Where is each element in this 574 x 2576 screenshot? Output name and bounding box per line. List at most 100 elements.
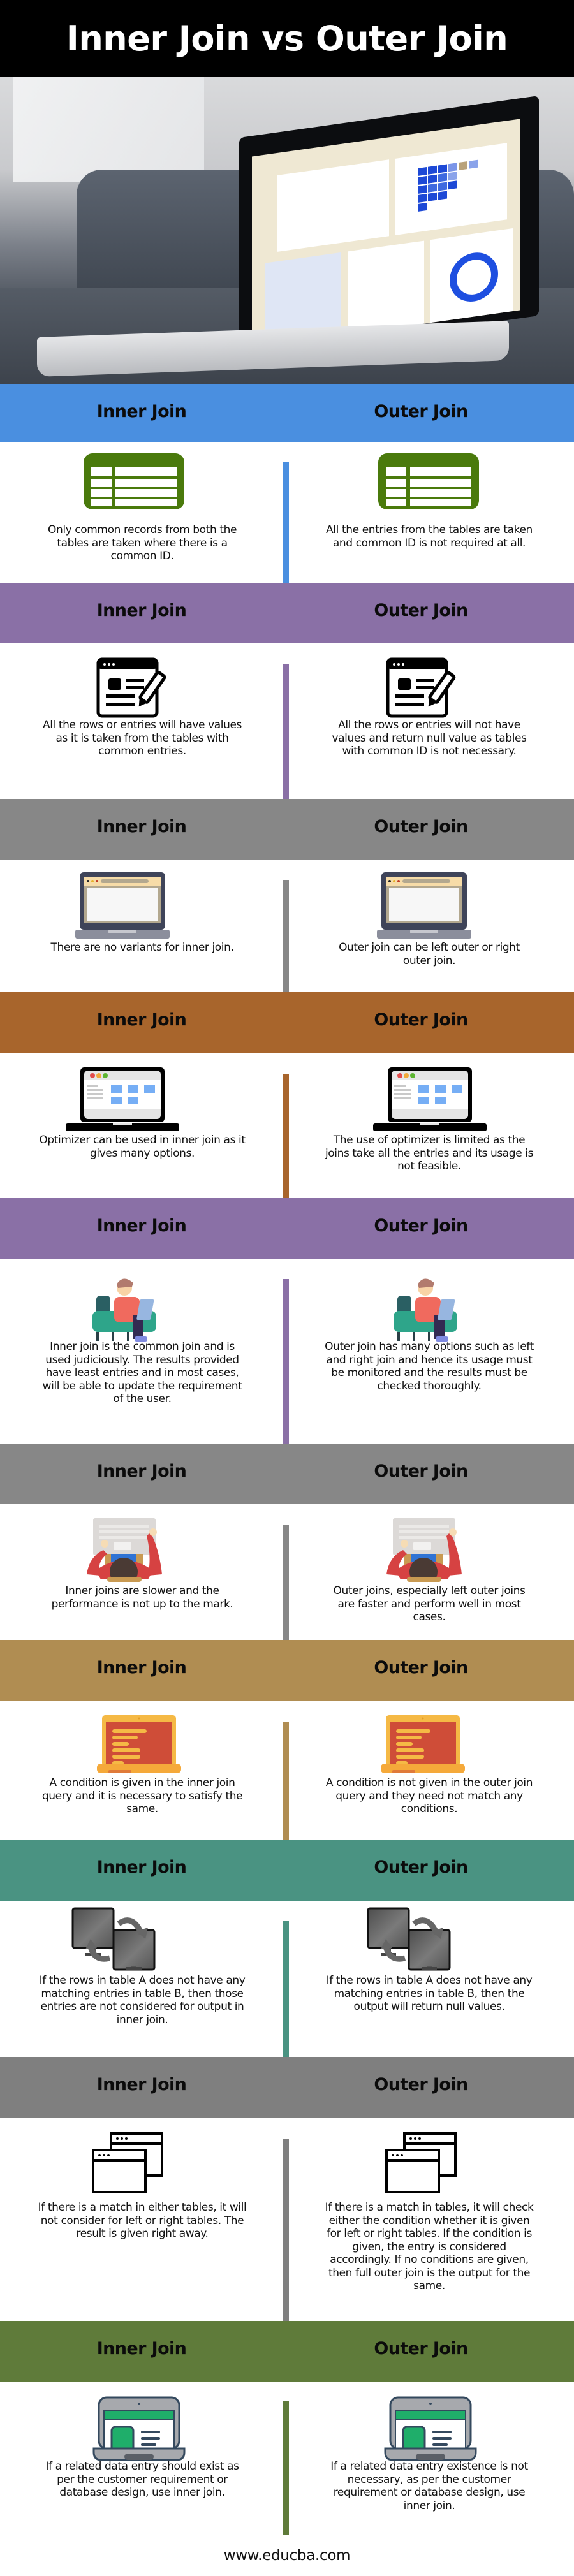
person-on-laptop-icon bbox=[394, 1273, 464, 1346]
inner-join-heading: Inner Join bbox=[96, 1216, 187, 1236]
inner-join-description: If the rows in table A does not have any… bbox=[39, 1974, 246, 2026]
section-header: Inner Join Outer Join bbox=[0, 583, 574, 643]
outer-join-description: Outer join has many options such as left… bbox=[325, 1340, 534, 1393]
monitors-sync-icon bbox=[367, 1907, 453, 1974]
column-divider bbox=[283, 1525, 289, 1640]
inner-join-heading: Inner Join bbox=[96, 1010, 187, 1030]
inner-join-heading: Inner Join bbox=[96, 601, 187, 620]
laptop-profile-icon bbox=[384, 2396, 477, 2464]
inner-join-description: All the rows or entries will have values… bbox=[43, 719, 242, 757]
comparison-section: Inner Join Outer Join Inner join is the … bbox=[0, 1198, 574, 1444]
comparison-section: Inner Join Outer Join Optimizer can be u… bbox=[0, 992, 574, 1198]
outer-join-heading: Outer Join bbox=[374, 1658, 468, 1678]
comparison-section: Inner Join Outer Join If the rows in tab… bbox=[0, 1840, 574, 2057]
section-header: Inner Join Outer Join bbox=[0, 2057, 574, 2118]
section-body: There are no variants for inner join. Ou… bbox=[0, 860, 574, 992]
inner-join-description: Inner joins are slower and the performan… bbox=[51, 1584, 233, 1611]
outer-join-heading: Outer Join bbox=[374, 1216, 468, 1236]
laptop-profile-icon bbox=[92, 2396, 186, 2464]
person-on-laptop-icon bbox=[92, 1273, 163, 1346]
laptop-dashboard-icon bbox=[373, 1067, 487, 1134]
person-typing-topdown-icon bbox=[386, 1518, 462, 1586]
laptop-dashboard-icon bbox=[66, 1067, 179, 1134]
spreadsheet-table-icon bbox=[84, 453, 184, 513]
title-bar: Inner Join vs Outer Join bbox=[0, 0, 574, 77]
outer-join-description: If the rows in table A does not have any… bbox=[326, 1974, 533, 2013]
hero-image bbox=[0, 77, 574, 384]
comparison-section: Inner Join Outer Join If there is a matc… bbox=[0, 2057, 574, 2321]
section-body: If there is a match in either tables, it… bbox=[0, 2118, 574, 2321]
column-divider bbox=[283, 880, 289, 992]
outer-join-heading: Outer Join bbox=[374, 402, 468, 421]
laptop-code-icon bbox=[97, 1715, 181, 1777]
section-body: Inner join is the common join and is use… bbox=[0, 1259, 574, 1444]
inner-join-description: A condition is given in the inner join q… bbox=[41, 1776, 243, 1815]
outer-join-description: Outer join can be left outer or right ou… bbox=[339, 941, 520, 967]
section-body: Only common records from both the tables… bbox=[0, 442, 574, 583]
comparison-section: Inner Join Outer Join Only common record… bbox=[0, 384, 574, 583]
background-window bbox=[13, 77, 204, 182]
section-header: Inner Join Outer Join bbox=[0, 992, 574, 1053]
laptop-dashboard-display bbox=[252, 119, 520, 348]
inner-join-description: There are no variants for inner join. bbox=[50, 941, 234, 954]
outer-join-heading: Outer Join bbox=[374, 2075, 468, 2095]
inner-join-heading: Inner Join bbox=[96, 817, 187, 837]
inner-join-heading: Inner Join bbox=[96, 1857, 187, 1877]
comparison-section: Inner Join Outer Join A condition is giv… bbox=[0, 1640, 574, 1840]
section-header: Inner Join Outer Join bbox=[0, 2321, 574, 2382]
person-typing-topdown-icon bbox=[87, 1518, 162, 1586]
column-divider bbox=[283, 664, 289, 799]
inner-join-description: Optimizer can be used in inner join as i… bbox=[39, 1134, 246, 1160]
outer-join-description: All the entries from the tables are take… bbox=[326, 523, 533, 550]
outer-join-heading: Outer Join bbox=[374, 1857, 468, 1877]
inner-join-heading: Inner Join bbox=[96, 1658, 187, 1678]
section-header: Inner Join Outer Join bbox=[0, 799, 574, 860]
stacked-windows-icon bbox=[384, 2132, 458, 2197]
inner-join-heading: Inner Join bbox=[96, 402, 187, 421]
outer-join-description: If a related data entry existence is not… bbox=[330, 2460, 528, 2512]
outer-join-heading: Outer Join bbox=[374, 1461, 468, 1481]
column-divider bbox=[283, 1074, 289, 1198]
comparison-section: Inner Join Outer Join If a related data … bbox=[0, 2321, 574, 2535]
spreadsheet-table-icon bbox=[378, 453, 479, 513]
inner-join-heading: Inner Join bbox=[96, 2339, 187, 2359]
outer-join-description: If there is a match in tables, it will c… bbox=[325, 2201, 534, 2292]
document-edit-icon bbox=[96, 657, 172, 721]
section-header: Inner Join Outer Join bbox=[0, 1198, 574, 1259]
laptop-code-icon bbox=[381, 1715, 465, 1777]
inner-join-description: If there is a match in either tables, it… bbox=[38, 2201, 247, 2240]
section-header: Inner Join Outer Join bbox=[0, 384, 574, 442]
outer-join-heading: Outer Join bbox=[374, 2339, 468, 2359]
monitors-sync-icon bbox=[71, 1907, 158, 1974]
page-title: Inner Join vs Outer Join bbox=[66, 18, 508, 59]
outer-join-description: A condition is not given in the outer jo… bbox=[325, 1776, 533, 1815]
section-header: Inner Join Outer Join bbox=[0, 1444, 574, 1504]
section-body: A condition is given in the inner join q… bbox=[0, 1701, 574, 1840]
outer-join-description: The use of optimizer is limited as the j… bbox=[325, 1134, 534, 1173]
column-divider bbox=[283, 462, 289, 583]
outer-join-heading: Outer Join bbox=[374, 1010, 468, 1030]
laptop-browser-icon bbox=[377, 872, 471, 942]
section-body: If a related data entry should exist as … bbox=[0, 2382, 574, 2535]
stacked-windows-icon bbox=[91, 2132, 165, 2197]
outer-join-heading: Outer Join bbox=[374, 817, 468, 837]
column-divider bbox=[283, 1279, 289, 1444]
comparison-section: Inner Join Outer Join There are no varia… bbox=[0, 799, 574, 992]
outer-join-description: Outer joins, especially left outer joins… bbox=[333, 1584, 526, 1623]
inner-join-heading: Inner Join bbox=[96, 1461, 187, 1481]
comparison-section: Inner Join Outer Join Inner joins are sl… bbox=[0, 1444, 574, 1640]
column-divider bbox=[283, 2401, 289, 2535]
section-body: If the rows in table A does not have any… bbox=[0, 1901, 574, 2057]
section-header: Inner Join Outer Join bbox=[0, 1840, 574, 1901]
outer-join-description: All the rows or entries will not have va… bbox=[332, 719, 527, 757]
outer-join-heading: Outer Join bbox=[374, 601, 468, 620]
inner-join-heading: Inner Join bbox=[96, 2075, 187, 2095]
document-edit-icon bbox=[385, 657, 462, 721]
inner-join-description: Only common records from both the tables… bbox=[47, 523, 237, 562]
footer-url: www.educba.com bbox=[223, 2547, 351, 2564]
section-header: Inner Join Outer Join bbox=[0, 1640, 574, 1701]
section-body: Inner joins are slower and the performan… bbox=[0, 1504, 574, 1640]
section-body: All the rows or entries will have values… bbox=[0, 643, 574, 799]
column-divider bbox=[283, 1921, 289, 2057]
column-divider bbox=[283, 1722, 289, 1840]
